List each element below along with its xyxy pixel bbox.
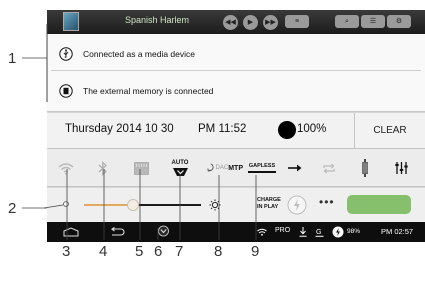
notification-external-memory[interactable]: The external memory is connected	[51, 74, 421, 108]
gapless-toggle[interactable]: GAPLESS	[245, 149, 279, 187]
brightness-slider-handle[interactable]	[127, 199, 139, 211]
playback-mode-toggle[interactable]	[283, 149, 307, 187]
gapless-icon	[248, 170, 276, 173]
battery-percent: 100%	[297, 123, 327, 135]
auto-eq-toggle[interactable]: AUTO	[164, 149, 196, 187]
settings-icon[interactable]: ⚙	[387, 15, 411, 28]
list-icon[interactable]: ☰	[361, 15, 385, 28]
svg-text:G: G	[316, 229, 321, 236]
callout-7: 7	[175, 243, 184, 260]
gapless-status-icon: G	[315, 229, 324, 237]
charge-in-play-toggle[interactable]	[287, 195, 307, 215]
wifi-status-icon	[257, 228, 267, 236]
sd-card-icon	[133, 161, 149, 175]
charge-label-line2: IN PLAY	[257, 204, 279, 210]
battery-icon	[278, 121, 296, 139]
status-clock: PM 02:57	[381, 227, 414, 236]
brightness-slider-fill	[84, 204, 133, 206]
usb-dac-toggle[interactable]	[353, 149, 377, 187]
bluetooth-icon	[98, 160, 107, 176]
clear-button[interactable]: CLEAR	[355, 113, 425, 149]
external-memory-toggle[interactable]	[126, 149, 156, 187]
repeat-toggle[interactable]	[317, 149, 341, 187]
notification-handle-icon[interactable]	[157, 225, 170, 237]
callout-1: 1	[8, 50, 17, 67]
quick-settings-row: AUTO DAC MTP GAPLESS	[47, 149, 425, 187]
navigation-status-bar: PRO G 98% PM 02:57	[47, 222, 425, 242]
sd-card-icon	[59, 84, 73, 98]
brightness-row: CHARGE IN PLAY •••	[47, 188, 425, 222]
wifi-toggle[interactable]	[51, 149, 81, 187]
callout-8: 8	[214, 243, 223, 260]
notification-media-device[interactable]: Connected as a media device	[51, 37, 421, 71]
pro-status-label: PRO	[275, 227, 291, 234]
download-icon	[299, 227, 307, 237]
notification-panel: Connected as a media device The external…	[47, 34, 425, 112]
charge-in-play-label: CHARGE IN PLAY	[257, 197, 281, 211]
callout-2: 2	[8, 200, 17, 217]
notification-text: Connected as a media device	[83, 48, 195, 59]
callout-5: 5	[135, 243, 144, 260]
device-screen: Spanish Harlem ◀◀ ▶ ▶▶ ≡ ⌕ ☰ ⚙ Connected…	[47, 10, 425, 242]
callout-6: 6	[154, 243, 163, 260]
callout-9: 9	[251, 243, 260, 260]
more-options-button[interactable]: •••	[319, 195, 335, 209]
mtp-icon	[207, 163, 214, 172]
next-icon[interactable]: ▶▶	[263, 15, 278, 30]
status-battery-percent: 98%	[347, 228, 361, 235]
album-art-thumbnail[interactable]	[63, 12, 79, 31]
notification-text: The external memory is connected	[83, 86, 214, 96]
callout-3: 3	[62, 243, 71, 260]
battery-charging-icon	[332, 226, 344, 238]
home-icon[interactable]	[63, 227, 79, 237]
previous-icon[interactable]: ◀◀	[223, 15, 238, 30]
back-icon[interactable]	[109, 227, 125, 237]
auto-eq-icon	[172, 167, 188, 176]
arrow-right-icon	[288, 164, 302, 172]
charge-label-line1: CHARGE	[257, 197, 281, 203]
play-icon[interactable]: ▶	[243, 15, 258, 30]
brightness-icon	[209, 199, 221, 211]
search-icon[interactable]: ⌕	[335, 15, 359, 28]
menu-icon[interactable]: ≡	[285, 15, 309, 28]
repeat-icon	[323, 163, 335, 173]
usb-dac-icon	[362, 159, 368, 177]
gapless-label: GAPLESS	[248, 162, 276, 169]
mtp-label: MTP	[228, 164, 243, 172]
date-label: Thursday 2014 10 30	[65, 123, 174, 135]
usb-icon	[59, 46, 73, 61]
wifi-icon	[58, 162, 74, 175]
auto-label: AUTO	[171, 159, 189, 166]
date-time-row: Thursday 2014 10 30 PM 11:52 100% CLEAR	[47, 113, 425, 149]
mtp-toggle[interactable]: DAC MTP	[207, 149, 243, 187]
song-title: Spanish Harlem	[125, 15, 190, 25]
equalizer-icon	[394, 162, 408, 174]
callout-4: 4	[99, 243, 108, 260]
time-label: PM 11:52	[198, 123, 247, 135]
green-toggle-button[interactable]	[347, 195, 411, 214]
equalizer-button[interactable]	[385, 149, 417, 187]
mini-player-bar[interactable]: Spanish Harlem ◀◀ ▶ ▶▶ ≡ ⌕ ☰ ⚙	[47, 10, 425, 34]
bluetooth-toggle[interactable]	[88, 149, 118, 187]
dac-label: DAC	[215, 164, 229, 171]
